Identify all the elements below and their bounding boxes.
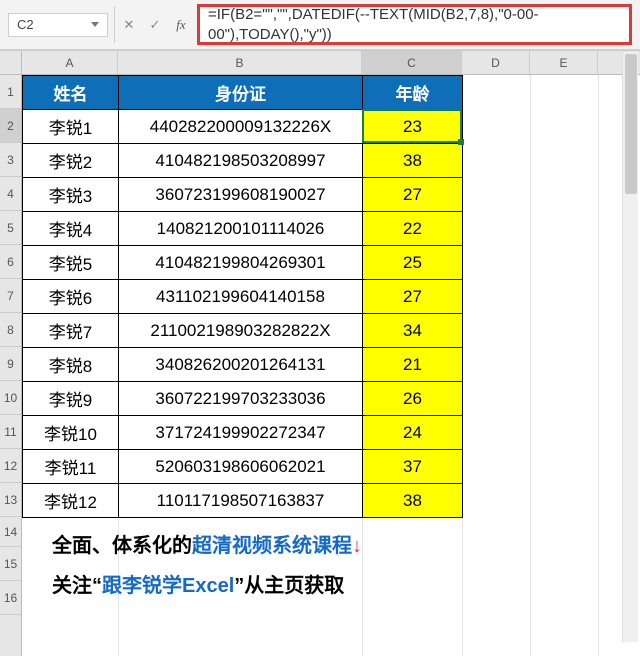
row-header[interactable]: 14 [0, 517, 21, 547]
row-header[interactable]: 15 [0, 547, 21, 581]
name-box[interactable]: C2 [8, 13, 108, 37]
table-row: 李锐1211011719850716383738 [23, 484, 463, 518]
promo-line2: 关注“跟李锐学Excel”从主页获取 [52, 566, 640, 606]
table-row: 李锐834082620020126413121 [23, 348, 463, 382]
row-header[interactable]: 3 [0, 143, 21, 177]
cell-age[interactable]: 38 [363, 144, 463, 178]
row-header[interactable]: 10 [0, 381, 21, 415]
cell-id[interactable]: 340826200201264131 [119, 348, 363, 382]
cell-id[interactable]: 410482198503208997 [119, 144, 363, 178]
scrollbar-thumb[interactable] [625, 54, 637, 194]
cell-age[interactable]: 24 [363, 416, 463, 450]
cell-age[interactable]: 37 [363, 450, 463, 484]
th-name[interactable]: 姓名 [23, 76, 119, 110]
table-row: 李锐1440282200009132226X23 [23, 110, 463, 144]
table-wrap: 姓名 身份证 年龄 李锐1440282200009132226X23 李锐241… [22, 75, 640, 606]
select-all-corner[interactable] [0, 51, 21, 75]
row-header[interactable]: 11 [0, 415, 21, 449]
row-header[interactable]: 7 [0, 279, 21, 313]
formula-input[interactable]: =IF(B2="","",DATEDIF(--TEXT(MID(B2,7,8),… [197, 4, 632, 45]
col-header[interactable]: C [362, 51, 462, 74]
enter-icon[interactable]: ✓ [143, 13, 167, 37]
cancel-icon[interactable]: ✕ [117, 13, 141, 37]
cell-age[interactable]: 26 [363, 382, 463, 416]
table-row: 李锐936072219970323303626 [23, 382, 463, 416]
formula-bar-area: C2 ✕ ✓ fx =IF(B2="","",DATEDIF(--TEXT(MI… [0, 0, 640, 50]
cell-id[interactable]: 410482199804269301 [119, 246, 363, 280]
table-row: 李锐336072319960819002727 [23, 178, 463, 212]
cell-id[interactable]: 371724199902272347 [119, 416, 363, 450]
cell-id[interactable]: 140821200101114026 [119, 212, 363, 246]
data-table: 姓名 身份证 年龄 李锐1440282200009132226X23 李锐241… [22, 75, 463, 518]
name-box-value: C2 [17, 17, 34, 32]
column-headers: A B C D E [22, 51, 640, 75]
cell-id[interactable]: 431102199604140158 [119, 280, 363, 314]
cell-age[interactable]: 25 [363, 246, 463, 280]
cell-name[interactable]: 李锐3 [23, 178, 119, 212]
cell-name[interactable]: 李锐12 [23, 484, 119, 518]
table-row: 李锐414082120010111402622 [23, 212, 463, 246]
separator [114, 6, 115, 43]
promo-line1: 全面、体系化的超清视频系统课程↓ [52, 526, 640, 566]
table-row: 李锐1152060319860606202137 [23, 450, 463, 484]
cell-age[interactable]: 23 [363, 110, 463, 144]
row-header[interactable]: 6 [0, 245, 21, 279]
cell-age[interactable]: 27 [363, 280, 463, 314]
fx-icon[interactable]: fx [169, 13, 193, 37]
cell-name[interactable]: 李锐9 [23, 382, 119, 416]
row-header[interactable]: 5 [0, 211, 21, 245]
row-header[interactable]: 16 [0, 581, 21, 615]
table-row: 李锐241048219850320899738 [23, 144, 463, 178]
row-header[interactable]: 2 [0, 109, 21, 143]
col-header[interactable]: D [462, 51, 530, 74]
col-header[interactable]: B [118, 51, 362, 74]
formula-buttons: ✕ ✓ fx [117, 13, 193, 37]
chevron-down-icon [91, 22, 99, 27]
table-row: 李锐643110219960414015827 [23, 280, 463, 314]
row-header[interactable]: 12 [0, 449, 21, 483]
cell-id[interactable]: 440282200009132226X [119, 110, 363, 144]
cell-id[interactable]: 211002198903282822X [119, 314, 363, 348]
cell-id[interactable]: 520603198606062021 [119, 450, 363, 484]
cell-age[interactable]: 34 [363, 314, 463, 348]
cell-name[interactable]: 李锐1 [23, 110, 119, 144]
cell-age[interactable]: 22 [363, 212, 463, 246]
cell-id[interactable]: 110117198507163837 [119, 484, 363, 518]
table-row: 李锐541048219980426930125 [23, 246, 463, 280]
row-header[interactable]: 1 [0, 75, 21, 109]
col-header[interactable]: A [22, 51, 118, 74]
cell-age[interactable]: 38 [363, 484, 463, 518]
vertical-scrollbar[interactable] [622, 52, 638, 642]
th-id[interactable]: 身份证 [119, 76, 363, 110]
cell-age[interactable]: 27 [363, 178, 463, 212]
formula-text: =IF(B2="","",DATEDIF(--TEXT(MID(B2,7,8),… [208, 5, 621, 44]
cell-name[interactable]: 李锐11 [23, 450, 119, 484]
table-row: 李锐7211002198903282822X34 [23, 314, 463, 348]
cell-name[interactable]: 李锐10 [23, 416, 119, 450]
table-row: 李锐1037172419990227234724 [23, 416, 463, 450]
cell-name[interactable]: 李锐5 [23, 246, 119, 280]
cell-name[interactable]: 李锐7 [23, 314, 119, 348]
cell-id[interactable]: 360723199608190027 [119, 178, 363, 212]
row-headers: 1 2 3 4 5 6 7 8 9 10 11 12 13 14 15 16 [0, 51, 22, 656]
cell-name[interactable]: 李锐6 [23, 280, 119, 314]
row-header[interactable]: 8 [0, 313, 21, 347]
cell-age[interactable]: 21 [363, 348, 463, 382]
grid[interactable]: A B C D E 姓名 身份证 年龄 [22, 51, 640, 656]
cell-name[interactable]: 李锐4 [23, 212, 119, 246]
cell-name[interactable]: 李锐2 [23, 144, 119, 178]
th-age[interactable]: 年龄 [363, 76, 463, 110]
cell-id[interactable]: 360722199703233036 [119, 382, 363, 416]
promo-text: 全面、体系化的超清视频系统课程↓ 关注“跟李锐学Excel”从主页获取 [52, 526, 640, 606]
row-header[interactable]: 4 [0, 177, 21, 211]
col-header[interactable]: E [530, 51, 598, 74]
row-header[interactable]: 9 [0, 347, 21, 381]
sheet-area: 1 2 3 4 5 6 7 8 9 10 11 12 13 14 15 16 A… [0, 50, 640, 656]
cell-name[interactable]: 李锐8 [23, 348, 119, 382]
row-header[interactable]: 13 [0, 483, 21, 517]
